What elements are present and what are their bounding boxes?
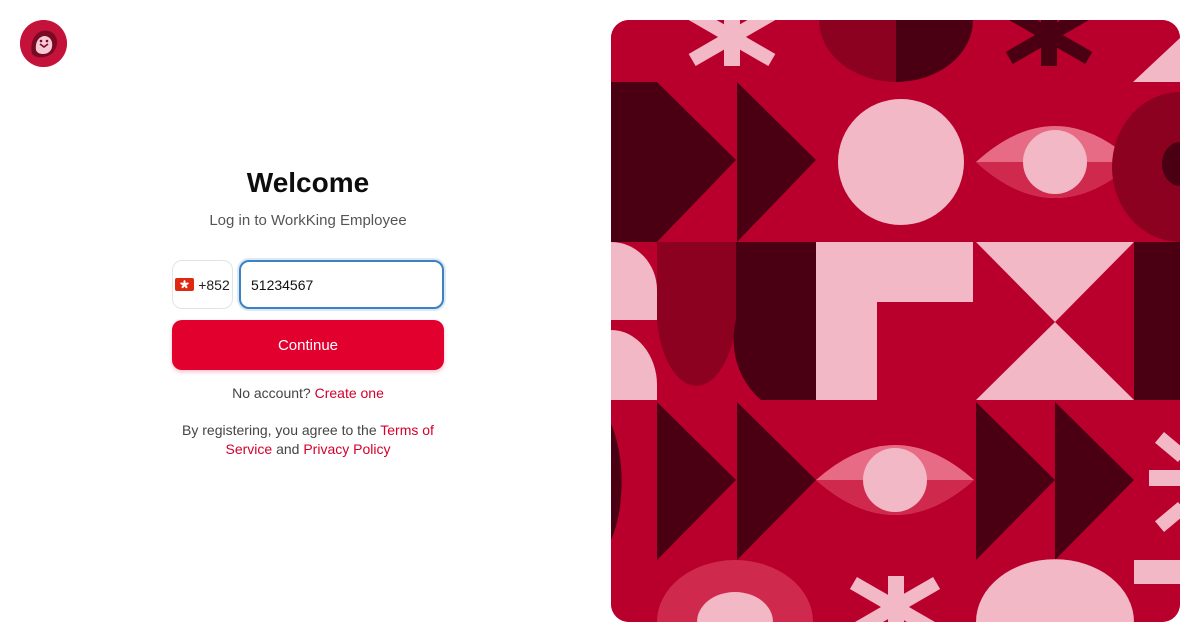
terms-prefix-text: By registering, you agree to the: [182, 422, 377, 438]
no-account-text: No account?: [232, 385, 311, 401]
phone-row: +852: [172, 260, 444, 309]
geometric-pattern-illustration: [611, 20, 1180, 622]
create-account-link[interactable]: Create one: [315, 385, 384, 401]
continue-button[interactable]: Continue: [172, 320, 444, 370]
signup-prompt: No account? Create one: [172, 385, 444, 401]
page-subtitle: Log in to WorkKing Employee: [209, 212, 407, 229]
lion-logo-icon: [20, 20, 67, 67]
decorative-pattern-panel: [611, 20, 1180, 622]
country-code-label: +852: [198, 276, 230, 293]
terms-conjunction-text: and: [276, 441, 300, 457]
phone-number-input[interactable]: [239, 260, 444, 309]
terms-notice: By registering, you agree to the Terms o…: [172, 421, 444, 459]
page-title: Welcome: [246, 167, 370, 198]
privacy-policy-link[interactable]: Privacy Policy: [303, 441, 390, 457]
login-form: Welcome Log in to WorkKing Employee +852…: [172, 160, 444, 459]
country-code-selector[interactable]: +852: [172, 260, 233, 309]
brand-logo: [20, 20, 67, 67]
hong-kong-flag-icon: [175, 278, 195, 291]
